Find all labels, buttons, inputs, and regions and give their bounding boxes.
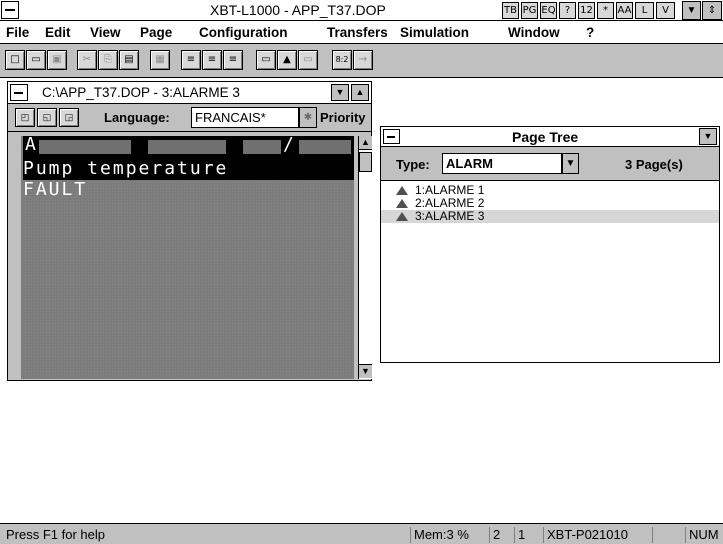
- lcd-field-4[interactable]: [299, 140, 351, 154]
- status-terminal: XBT-P021010: [543, 527, 649, 543]
- language-label: Language:: [104, 110, 170, 125]
- title-tool-icon-3[interactable]: EQ: [540, 2, 557, 19]
- number-format-icon[interactable]: 8:2: [332, 50, 352, 70]
- page-count: 3 Page(s): [625, 157, 683, 172]
- type-select[interactable]: ALARM: [442, 153, 562, 174]
- lcd-slash: /: [283, 136, 296, 155]
- title-tool-icon-5[interactable]: 12: [578, 2, 595, 19]
- field-icon[interactable]: ▭: [256, 50, 276, 70]
- title-tool-icon-6[interactable]: *: [597, 2, 614, 19]
- editor-system-menu-button[interactable]: [10, 84, 28, 101]
- status-empty: [652, 527, 682, 543]
- lcd-line-3[interactable]: FAULT: [23, 179, 87, 201]
- page-icon[interactable]: ▭: [298, 50, 318, 70]
- status-num-lock: NUM: [685, 527, 722, 543]
- language-field[interactable]: FRANCAIS*: [191, 107, 299, 128]
- new-file-icon[interactable]: □: [5, 50, 25, 70]
- menu-window[interactable]: Window: [508, 25, 560, 40]
- help-icon[interactable]: ?: [559, 2, 576, 19]
- menu-configuration[interactable]: Configuration: [199, 25, 287, 40]
- scroll-up-arrow-icon[interactable]: ▲: [359, 136, 372, 150]
- type-dropdown-icon[interactable]: ▼: [562, 153, 579, 174]
- page-tree-item-selected[interactable]: 3:ALARME 3: [381, 210, 719, 223]
- paste-icon[interactable]: ▤: [119, 50, 139, 70]
- page-tree-title: Page Tree: [512, 129, 579, 145]
- page-tree-item-label: 3:ALARME 3: [415, 209, 485, 223]
- status-bar: Press F1 for help Mem:3 % 2 1 XBT-P02101…: [0, 523, 723, 544]
- align-center-icon[interactable]: ≡: [202, 50, 222, 70]
- alarm-page-icon: [396, 199, 408, 208]
- title-tool-icon-7[interactable]: AA: [616, 2, 633, 19]
- status-memory: Mem:3 %: [410, 527, 486, 543]
- page-next-icon[interactable]: ◲: [59, 108, 79, 127]
- page-list-icon[interactable]: ◱: [37, 108, 57, 127]
- editor-toolbar: ◰ ◱ ◲ Language: FRANCAIS* ✱ Priority: [8, 104, 371, 132]
- page-tree-system-menu-button[interactable]: [383, 129, 400, 144]
- priority-label: Priority: [320, 110, 366, 125]
- menu-edit[interactable]: Edit: [45, 25, 71, 40]
- lcd-field-2[interactable]: [148, 140, 226, 154]
- status-field-b: 1: [514, 527, 540, 543]
- page-prev-icon[interactable]: ◰: [15, 108, 35, 127]
- title-tool-icon-8[interactable]: L: [635, 2, 654, 19]
- lcd-line-2[interactable]: Pump temperature: [23, 158, 354, 180]
- title-tool-icon-1[interactable]: TB: [502, 2, 519, 19]
- lcd-screen-canvas[interactable]: A / Pump temperature FAULT: [21, 136, 354, 379]
- lcd-line-1[interactable]: A /: [23, 136, 354, 158]
- open-file-icon[interactable]: ▭: [26, 50, 46, 70]
- align-left-icon[interactable]: ≡: [181, 50, 201, 70]
- lcd-field-1[interactable]: [39, 140, 131, 154]
- align-right-icon[interactable]: ≡: [223, 50, 243, 70]
- alarm-icon[interactable]: ▲: [277, 50, 297, 70]
- scroll-thumb[interactable]: [359, 152, 372, 172]
- page-tree-title-bar: Page Tree ▼: [381, 127, 719, 147]
- lcd-char-a: A: [25, 136, 38, 155]
- menu-help[interactable]: ?: [586, 25, 594, 40]
- delete-icon[interactable]: ▦: [150, 50, 170, 70]
- app-title: XBT-L1000 - APP_T37.DOP: [210, 2, 386, 18]
- page-editor-window: C:\APP_T37.DOP - 3:ALARME 3 ▼ ▲ ◰ ◱ ◲ La…: [7, 81, 372, 381]
- restore-button[interactable]: ⇕: [702, 1, 722, 20]
- title-tool-icon-9[interactable]: V: [656, 2, 675, 19]
- alarm-page-icon: [396, 186, 408, 195]
- page-tree-window: Page Tree ▼ Type: ALARM ▼ 3 Page(s) 1:AL…: [380, 126, 720, 363]
- language-dropdown-button[interactable]: ✱: [299, 107, 317, 128]
- title-bar: XBT-L1000 - APP_T37.DOP TB PG EQ ? 12 * …: [0, 0, 723, 21]
- system-menu-button[interactable]: [1, 1, 19, 19]
- menu-transfers[interactable]: Transfers: [327, 25, 388, 40]
- scroll-down-arrow-icon[interactable]: ▼: [359, 364, 372, 378]
- page-tree-minimize-button[interactable]: ▼: [699, 128, 717, 145]
- editor-maximize-button[interactable]: ▲: [351, 84, 369, 101]
- editor-minimize-button[interactable]: ▼: [331, 84, 349, 101]
- page-tree-list: 1:ALARME 1 2:ALARME 2 3:ALARME 3: [381, 182, 719, 362]
- editor-title-bar: C:\APP_T37.DOP - 3:ALARME 3 ▼ ▲: [8, 82, 371, 104]
- cut-icon[interactable]: ✂: [77, 50, 97, 70]
- type-label: Type:: [396, 157, 430, 172]
- title-tool-icon-2[interactable]: PG: [521, 2, 538, 19]
- menu-simulation[interactable]: Simulation: [400, 25, 469, 40]
- status-field-a: 2: [489, 527, 511, 543]
- save-icon[interactable]: ▣: [47, 50, 67, 70]
- minimize-button[interactable]: ▼: [682, 1, 701, 20]
- menu-file[interactable]: File: [6, 25, 29, 40]
- menu-view[interactable]: View: [90, 25, 121, 40]
- editor-vertical-scrollbar[interactable]: ▲ ▼: [358, 136, 372, 379]
- menu-bar: File Edit View Page Configuration Transf…: [0, 21, 723, 44]
- alarm-page-icon: [396, 212, 408, 221]
- copy-icon[interactable]: ⎘: [98, 50, 118, 70]
- page-type-filter: Type: ALARM ▼ 3 Page(s): [381, 147, 719, 181]
- main-toolbar: □ ▭ ▣ ✂ ⎘ ▤ ▦ ≡ ≡ ≡ ▭ ▲ ▭ 8:2 →: [0, 44, 723, 78]
- menu-page[interactable]: Page: [140, 25, 172, 40]
- status-help-text: Press F1 for help: [6, 527, 105, 542]
- lcd-field-3[interactable]: [243, 140, 281, 154]
- link-icon[interactable]: →: [353, 50, 373, 70]
- editor-file-path: C:\APP_T37.DOP - 3:ALARME 3: [42, 85, 240, 100]
